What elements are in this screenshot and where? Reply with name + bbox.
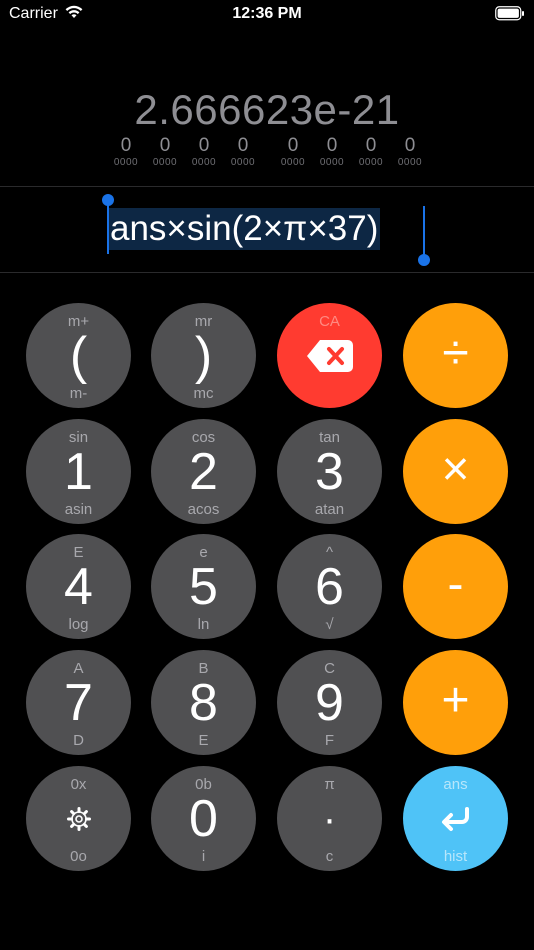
nibble-digit: 0 — [120, 135, 132, 156]
key-tertiary-label: hist — [443, 848, 468, 865]
key-tertiary-label: c — [325, 848, 334, 865]
selection-end-bar — [423, 206, 425, 258]
expression-field[interactable]: ans×sin(2×π×37) — [0, 188, 534, 272]
key-tertiary-label: 0o — [70, 848, 87, 865]
three-button[interactable]: tan 3 atan — [277, 419, 382, 524]
nibble-bits: 0000 — [191, 157, 217, 168]
nine-button[interactable]: C 9 F — [277, 650, 382, 755]
key-label: 4 — [64, 558, 93, 616]
key-label: 7 — [64, 674, 93, 732]
key-label: ) — [194, 327, 213, 385]
expression-text[interactable]: ans×sin(2×π×37) — [108, 208, 381, 250]
key-label: 8 — [189, 674, 218, 732]
key-tertiary-label: √ — [325, 616, 334, 633]
eight-button[interactable]: B 8 E — [151, 650, 256, 755]
key-label: 0 — [189, 790, 218, 848]
key-label: × — [441, 443, 470, 496]
nibble-bits: 0000 — [230, 157, 256, 168]
nibble-bits: 0000 — [152, 157, 178, 168]
status-time: 12:36 PM — [232, 5, 302, 22]
close-paren-button[interactable]: mr ) mc — [151, 303, 256, 408]
nibble: 0 0000 — [186, 136, 222, 170]
divider — [0, 186, 534, 187]
key-label: 1 — [64, 443, 93, 501]
nibble-bits: 0000 — [113, 157, 139, 168]
nibble: 0 0000 — [147, 136, 183, 170]
key-tertiary-label: log — [68, 616, 89, 633]
result-display: 2.666623e-21 — [134, 86, 400, 133]
seven-button[interactable]: A 7 D — [26, 650, 131, 755]
key-label: 9 — [315, 674, 344, 732]
enter-button[interactable]: ans hist — [403, 766, 508, 871]
zero-button[interactable]: 0b 0 i — [151, 766, 256, 871]
nibble-digit: 0 — [159, 135, 171, 156]
five-button[interactable]: e 5 ln — [151, 534, 256, 639]
divide-button[interactable]: ÷ — [403, 303, 508, 408]
key-tertiary-label: mc — [193, 385, 214, 402]
key-tertiary-label: atan — [314, 501, 345, 518]
binary-display: 0 0000 0 0000 0 0000 0 0000 0 0000 0 000… — [108, 136, 428, 176]
nibble: 0 0000 — [108, 136, 144, 170]
nibble-bits: 0000 — [397, 157, 423, 168]
six-button[interactable]: ^ 6 √ — [277, 534, 382, 639]
multiply-button[interactable]: × — [403, 419, 508, 524]
selection-start-bar — [107, 202, 109, 254]
open-paren-button[interactable]: m+ ( m- — [26, 303, 131, 408]
selection-end-handle[interactable] — [418, 254, 430, 266]
key-tertiary-label: F — [324, 732, 335, 749]
nibble: 0 0000 — [392, 136, 428, 170]
key-label: - — [447, 558, 464, 611]
nibble-bits: 0000 — [319, 157, 345, 168]
key-tertiary-label: acos — [187, 501, 220, 518]
nibble-digit: 0 — [198, 135, 210, 156]
key-tertiary-label: asin — [64, 501, 93, 518]
key-label: · — [322, 797, 337, 841]
decimal-point-button[interactable]: π · c — [277, 766, 382, 871]
key-label: 6 — [315, 558, 344, 616]
battery-icon — [495, 6, 525, 21]
key-tertiary-label: E — [198, 732, 209, 749]
key-label: + — [441, 674, 470, 727]
nibble: 0 0000 — [353, 136, 389, 170]
key-tertiary-label: ln — [197, 616, 210, 633]
key-tertiary-label: m- — [69, 385, 88, 402]
nibble-bits: 0000 — [280, 157, 306, 168]
key-label: 5 — [189, 558, 218, 616]
key-label: 3 — [315, 443, 344, 501]
nibble: 0 0000 — [275, 136, 311, 170]
nibble: 0 0000 — [225, 136, 261, 170]
status-bar: Carrier 12:36 PM — [0, 0, 534, 30]
nibble-digit: 0 — [404, 135, 416, 156]
key-label: 2 — [189, 443, 218, 501]
nibble-bits: 0000 — [358, 157, 384, 168]
four-button[interactable]: E 4 log — [26, 534, 131, 639]
delete-button[interactable]: CA — [277, 303, 382, 408]
divider — [0, 272, 534, 273]
nibble-digit: 0 — [326, 135, 338, 156]
nibble: 0 0000 — [314, 136, 350, 170]
key-label: ÷ — [442, 327, 469, 380]
one-button[interactable]: sin 1 asin — [26, 419, 131, 524]
key-tertiary-label: i — [201, 848, 206, 865]
two-button[interactable]: cos 2 acos — [151, 419, 256, 524]
nibble-digit: 0 — [287, 135, 299, 156]
minus-button[interactable]: - — [403, 534, 508, 639]
key-label: ( — [69, 327, 88, 385]
nibble-digit: 0 — [237, 135, 249, 156]
plus-button[interactable]: + — [403, 650, 508, 755]
key-tertiary-label: D — [73, 732, 84, 749]
nibble-digit: 0 — [365, 135, 377, 156]
settings-button[interactable]: 0x 0o — [26, 766, 131, 871]
backspace-icon — [277, 303, 382, 408]
